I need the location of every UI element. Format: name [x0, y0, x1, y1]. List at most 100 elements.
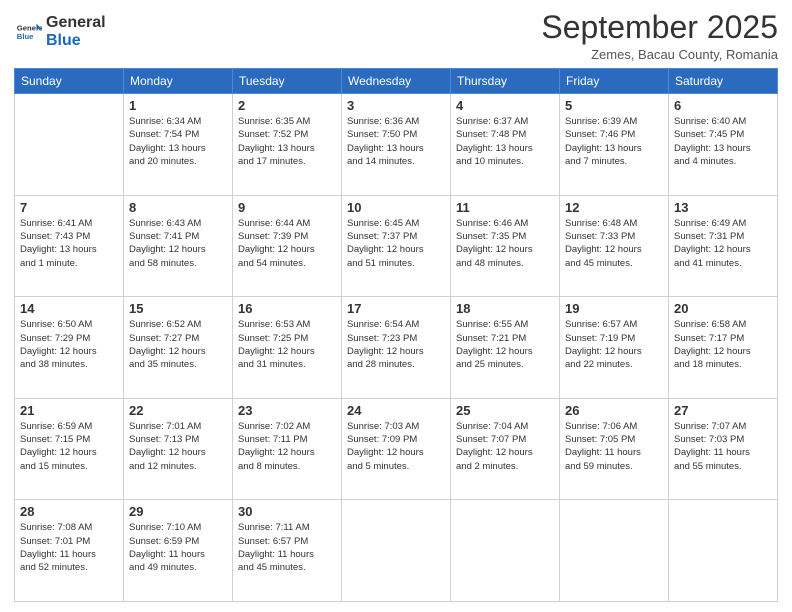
- day-number: 24: [347, 403, 445, 418]
- day-number: 23: [238, 403, 336, 418]
- day-info: Sunrise: 7:06 AM Sunset: 7:05 PM Dayligh…: [565, 420, 663, 473]
- logo-text: GeneralBlue: [46, 14, 106, 49]
- calendar-cell: 11 Sunrise: 6:46 AM Sunset: 7:35 PM Dayli…: [451, 195, 560, 297]
- day-info: Sunrise: 6:59 AM Sunset: 7:15 PM Dayligh…: [20, 420, 118, 473]
- day-number: 11: [456, 200, 554, 215]
- header: General Blue GeneralBlue September 2025 …: [14, 10, 778, 62]
- calendar-cell: 15Sunrise: 6:52 AM Sunset: 7:27 PM Dayli…: [124, 297, 233, 399]
- day-info: Sunrise: 7:02 AM Sunset: 7:11 PM Dayligh…: [238, 420, 336, 473]
- day-number: 13: [674, 200, 772, 215]
- day-number: 25: [456, 403, 554, 418]
- calendar-cell: 6 Sunrise: 6:40 AM Sunset: 7:45 PM Daylig…: [669, 94, 778, 196]
- calendar-cell: 2Sunrise: 6:35 AM Sunset: 7:52 PM Daylig…: [233, 94, 342, 196]
- calendar-cell: 13 Sunrise: 6:49 AM Sunset: 7:31 PM Dayli…: [669, 195, 778, 297]
- day-info: Sunrise: 6:52 AM Sunset: 7:27 PM Dayligh…: [129, 318, 227, 371]
- calendar-cell: 1 Sunrise: 6:34 AM Sunset: 7:54 PM Daylig…: [124, 94, 233, 196]
- calendar-cell: 30 Sunrise: 7:11 AM Sunset: 6:57 PM Dayli…: [233, 500, 342, 602]
- month-title: September 2025: [541, 10, 778, 45]
- calendar-cell: 3 Sunrise: 6:36 AM Sunset: 7:50 PM Daylig…: [342, 94, 451, 196]
- day-info: Sunrise: 6:54 AM Sunset: 7:23 PM Dayligh…: [347, 318, 445, 371]
- calendar-cell: 28 Sunrise: 7:08 AM Sunset: 7:01 PM Dayli…: [15, 500, 124, 602]
- day-info: Sunrise: 6:34 AM Sunset: 7:54 PM Dayligh…: [129, 115, 227, 168]
- day-info: Sunrise: 7:01 AM Sunset: 7:13 PM Dayligh…: [129, 420, 227, 473]
- day-number: 2: [238, 98, 336, 113]
- day-number: 8: [129, 200, 227, 215]
- col-header-thursday: Thursday: [451, 69, 560, 94]
- calendar-week-4: 21 Sunrise: 6:59 AM Sunset: 7:15 PM Dayli…: [15, 398, 778, 500]
- day-number: 18: [456, 301, 554, 316]
- day-info: Sunrise: 6:58 AM Sunset: 7:17 PM Dayligh…: [674, 318, 772, 371]
- day-info: Sunrise: 7:10 AM Sunset: 6:59 PM Dayligh…: [129, 521, 227, 574]
- calendar-week-3: 14 Sunrise: 6:50 AM Sunset: 7:29 PM Dayli…: [15, 297, 778, 399]
- calendar-cell: 22 Sunrise: 7:01 AM Sunset: 7:13 PM Dayli…: [124, 398, 233, 500]
- subtitle: Zemes, Bacau County, Romania: [541, 47, 778, 62]
- day-number: 28: [20, 504, 118, 519]
- day-info: Sunrise: 6:49 AM Sunset: 7:31 PM Dayligh…: [674, 217, 772, 270]
- day-number: 3: [347, 98, 445, 113]
- day-info: Sunrise: 7:08 AM Sunset: 7:01 PM Dayligh…: [20, 521, 118, 574]
- day-info: Sunrise: 6:46 AM Sunset: 7:35 PM Dayligh…: [456, 217, 554, 270]
- page: General Blue GeneralBlue September 2025 …: [0, 0, 792, 612]
- calendar-cell: 4Sunrise: 6:37 AM Sunset: 7:48 PM Daylig…: [451, 94, 560, 196]
- col-header-friday: Friday: [560, 69, 669, 94]
- day-info: Sunrise: 6:44 AM Sunset: 7:39 PM Dayligh…: [238, 217, 336, 270]
- calendar-cell: 24Sunrise: 7:03 AM Sunset: 7:09 PM Dayli…: [342, 398, 451, 500]
- calendar-week-5: 28 Sunrise: 7:08 AM Sunset: 7:01 PM Dayli…: [15, 500, 778, 602]
- day-info: Sunrise: 6:40 AM Sunset: 7:45 PM Dayligh…: [674, 115, 772, 168]
- calendar-cell: 19Sunrise: 6:57 AM Sunset: 7:19 PM Dayli…: [560, 297, 669, 399]
- col-header-saturday: Saturday: [669, 69, 778, 94]
- calendar-cell: 16 Sunrise: 6:53 AM Sunset: 7:25 PM Dayli…: [233, 297, 342, 399]
- day-info: Sunrise: 7:07 AM Sunset: 7:03 PM Dayligh…: [674, 420, 772, 473]
- day-info: Sunrise: 6:45 AM Sunset: 7:37 PM Dayligh…: [347, 217, 445, 270]
- day-number: 19: [565, 301, 663, 316]
- calendar-week-2: 7Sunrise: 6:41 AM Sunset: 7:43 PM Daylig…: [15, 195, 778, 297]
- day-info: Sunrise: 6:53 AM Sunset: 7:25 PM Dayligh…: [238, 318, 336, 371]
- day-number: 16: [238, 301, 336, 316]
- day-info: Sunrise: 6:43 AM Sunset: 7:41 PM Dayligh…: [129, 217, 227, 270]
- day-number: 26: [565, 403, 663, 418]
- day-number: 22: [129, 403, 227, 418]
- day-number: 29: [129, 504, 227, 519]
- calendar-cell: [451, 500, 560, 602]
- day-number: 1: [129, 98, 227, 113]
- day-info: Sunrise: 6:50 AM Sunset: 7:29 PM Dayligh…: [20, 318, 118, 371]
- calendar-cell: 23 Sunrise: 7:02 AM Sunset: 7:11 PM Dayli…: [233, 398, 342, 500]
- day-number: 12: [565, 200, 663, 215]
- col-header-tuesday: Tuesday: [233, 69, 342, 94]
- svg-text:Blue: Blue: [17, 32, 34, 41]
- day-number: 4: [456, 98, 554, 113]
- day-number: 27: [674, 403, 772, 418]
- calendar-cell: 29 Sunrise: 7:10 AM Sunset: 6:59 PM Dayli…: [124, 500, 233, 602]
- title-area: September 2025 Zemes, Bacau County, Roma…: [541, 10, 778, 62]
- calendar-cell: 7Sunrise: 6:41 AM Sunset: 7:43 PM Daylig…: [15, 195, 124, 297]
- day-number: 6: [674, 98, 772, 113]
- logo-icon: General Blue: [14, 18, 42, 46]
- day-number: 7: [20, 200, 118, 215]
- day-info: Sunrise: 7:11 AM Sunset: 6:57 PM Dayligh…: [238, 521, 336, 574]
- day-number: 21: [20, 403, 118, 418]
- calendar-cell: 17Sunrise: 6:54 AM Sunset: 7:23 PM Dayli…: [342, 297, 451, 399]
- calendar-cell: [560, 500, 669, 602]
- day-number: 10: [347, 200, 445, 215]
- calendar-cell: 26 Sunrise: 7:06 AM Sunset: 7:05 PM Dayli…: [560, 398, 669, 500]
- logo-area: General Blue GeneralBlue: [14, 14, 106, 49]
- calendar-cell: 8 Sunrise: 6:43 AM Sunset: 7:41 PM Daylig…: [124, 195, 233, 297]
- calendar-cell: 10 Sunrise: 6:45 AM Sunset: 7:37 PM Dayli…: [342, 195, 451, 297]
- day-number: 30: [238, 504, 336, 519]
- day-number: 20: [674, 301, 772, 316]
- calendar-cell: 27 Sunrise: 7:07 AM Sunset: 7:03 PM Dayli…: [669, 398, 778, 500]
- col-header-sunday: Sunday: [15, 69, 124, 94]
- day-info: Sunrise: 6:39 AM Sunset: 7:46 PM Dayligh…: [565, 115, 663, 168]
- calendar-cell: 18 Sunrise: 6:55 AM Sunset: 7:21 PM Dayli…: [451, 297, 560, 399]
- day-info: Sunrise: 6:36 AM Sunset: 7:50 PM Dayligh…: [347, 115, 445, 168]
- calendar-cell: 20 Sunrise: 6:58 AM Sunset: 7:17 PM Dayli…: [669, 297, 778, 399]
- day-number: 14: [20, 301, 118, 316]
- calendar-cell: [342, 500, 451, 602]
- day-info: Sunrise: 7:04 AM Sunset: 7:07 PM Dayligh…: [456, 420, 554, 473]
- day-number: 9: [238, 200, 336, 215]
- col-header-wednesday: Wednesday: [342, 69, 451, 94]
- day-info: Sunrise: 6:55 AM Sunset: 7:21 PM Dayligh…: [456, 318, 554, 371]
- calendar-week-1: 1 Sunrise: 6:34 AM Sunset: 7:54 PM Daylig…: [15, 94, 778, 196]
- calendar-header-row: SundayMondayTuesdayWednesdayThursdayFrid…: [15, 69, 778, 94]
- col-header-monday: Monday: [124, 69, 233, 94]
